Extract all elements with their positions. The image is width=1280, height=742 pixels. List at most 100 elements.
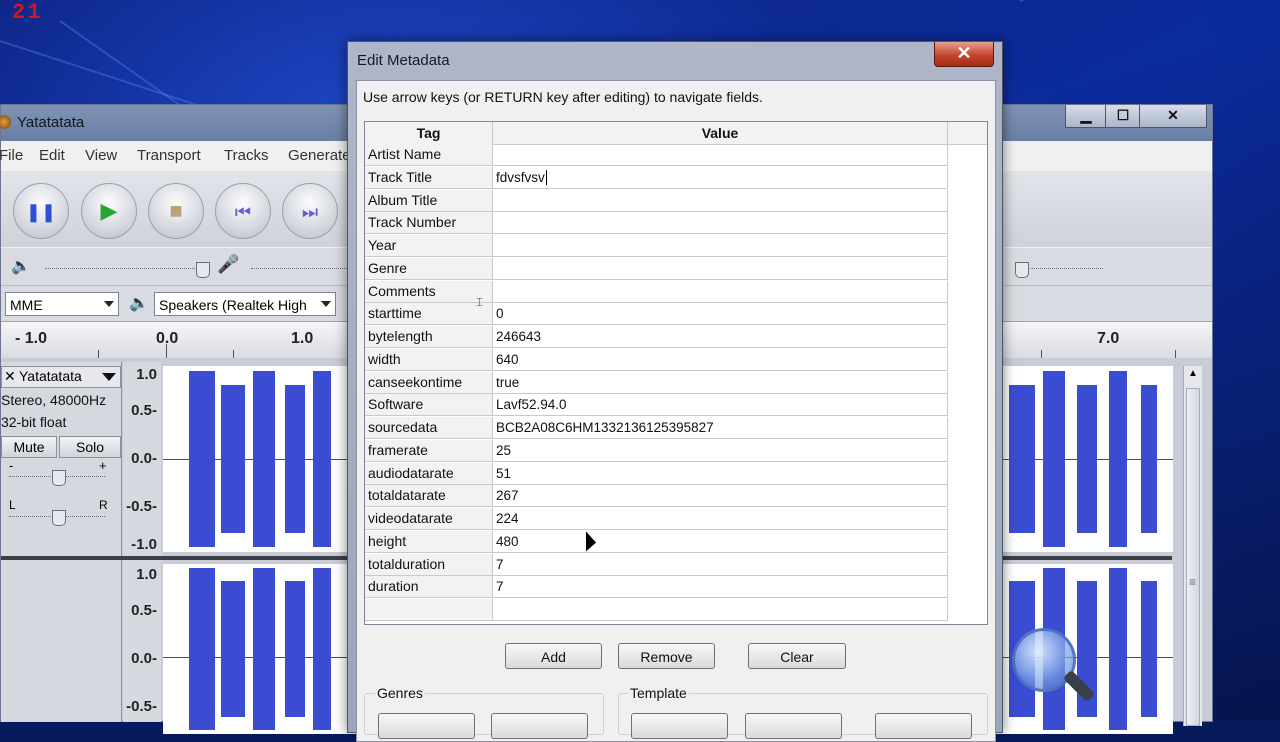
metadata-tag-cell[interactable] [365, 599, 493, 620]
metadata-tag-cell[interactable]: Software [365, 394, 493, 416]
metadata-value-cell[interactable] [493, 599, 948, 620]
pause-button[interactable]: ❚❚ [13, 183, 69, 239]
metadata-tag-cell[interactable]: totaldatarate [365, 485, 493, 507]
clear-button[interactable]: Clear [748, 643, 846, 669]
metadata-row[interactable]: duration 7 [365, 576, 948, 599]
genres-button-1[interactable] [378, 713, 475, 739]
metadata-row[interactable]: Genre [365, 257, 948, 280]
metadata-row[interactable]: height 480 [365, 530, 948, 553]
output-volume-slider[interactable] [196, 262, 210, 278]
metadata-row[interactable]: Track Title fdvsfvsv [365, 166, 948, 189]
close-icon[interactable]: ✕ [4, 368, 16, 385]
metadata-tag-cell[interactable]: totalduration [365, 553, 493, 575]
metadata-value-editor[interactable]: fdvsfvsv [493, 166, 948, 188]
metadata-row[interactable]: videodatarate 224 [365, 508, 948, 530]
column-header-value[interactable]: Value [493, 122, 948, 144]
column-header-tag[interactable]: Tag [365, 122, 493, 144]
metadata-value-cell[interactable]: true [493, 371, 948, 393]
metadata-row[interactable]: starttime 0 [365, 303, 948, 326]
metadata-tag-cell[interactable]: framerate [365, 439, 493, 461]
metadata-row[interactable]: totalduration 7 [365, 553, 948, 576]
menu-tracks[interactable]: Tracks [224, 147, 268, 164]
playback-speed-slider[interactable] [1015, 262, 1029, 278]
metadata-row[interactable]: Year [365, 235, 948, 257]
metadata-value-cell[interactable] [493, 235, 948, 256]
stop-button[interactable]: ■ [148, 183, 204, 239]
metadata-value-cell[interactable]: Lavf52.94.0 [493, 394, 948, 416]
metadata-tag-cell[interactable]: Year [365, 235, 493, 256]
add-button[interactable]: Add [505, 643, 602, 669]
metadata-row[interactable] [365, 599, 948, 621]
metadata-value-cell[interactable]: 224 [493, 508, 948, 529]
menu-edit[interactable]: Edit [39, 147, 65, 164]
play-button[interactable]: ▶ [81, 183, 137, 239]
remove-button[interactable]: Remove [618, 643, 715, 669]
metadata-row[interactable]: Comments [365, 280, 948, 303]
metadata-value-cell[interactable]: 640 [493, 348, 948, 370]
metadata-value-cell[interactable]: BCB2A08C6HM1332136125395827 [493, 417, 948, 438]
metadata-value-cell[interactable] [493, 189, 948, 211]
metadata-tag-cell[interactable]: Artist Name [365, 144, 493, 165]
dialog-close-button[interactable]: ✕ [934, 42, 994, 67]
metadata-tag-cell[interactable]: canseekontime [365, 371, 493, 393]
scrollbar-thumb[interactable]: ≡ [1186, 388, 1200, 726]
metadata-value-cell[interactable] [493, 144, 948, 165]
metadata-tag-cell[interactable]: starttime [365, 303, 493, 325]
metadata-row[interactable]: Artist Name [365, 144, 948, 166]
metadata-value-cell[interactable]: 7 [493, 576, 948, 598]
metadata-value-cell[interactable]: 51 [493, 462, 948, 484]
menu-transport[interactable]: Transport [137, 147, 201, 164]
vertical-scrollbar[interactable]: ▲ ≡ [1183, 366, 1202, 726]
metadata-tag-cell[interactable]: videodatarate [365, 508, 493, 529]
metadata-tag-cell[interactable]: Genre [365, 257, 493, 279]
metadata-row[interactable]: sourcedata BCB2A08C6HM1332136125395827 [365, 417, 948, 439]
gain-slider[interactable] [52, 470, 66, 486]
metadata-value-cell[interactable] [493, 280, 948, 302]
minimize-button[interactable]: ▁ [1065, 105, 1107, 128]
output-device-select[interactable]: Speakers (Realtek High [154, 292, 336, 316]
metadata-tag-cell[interactable]: bytelength [365, 326, 493, 347]
metadata-row[interactable]: bytelength 246643 [365, 326, 948, 348]
metadata-row[interactable]: width 640 [365, 348, 948, 371]
menu-generate[interactable]: Generate [288, 147, 351, 164]
close-button[interactable]: ✕ [1139, 105, 1207, 128]
scroll-up-icon[interactable]: ▲ [1188, 368, 1198, 379]
template-button-3[interactable] [875, 713, 972, 739]
metadata-row[interactable]: Track Number [365, 212, 948, 235]
metadata-row[interactable]: Album Title [365, 189, 948, 212]
metadata-tag-cell[interactable]: duration [365, 576, 493, 598]
metadata-value-cell[interactable]: 0 [493, 303, 948, 325]
metadata-value-cell[interactable]: 7 [493, 553, 948, 575]
metadata-value-cell[interactable]: 25 [493, 439, 948, 461]
genres-button-2[interactable] [491, 713, 588, 739]
skip-to-start-button[interactable]: ⏮ [215, 183, 271, 239]
metadata-tag-cell[interactable]: Album Title [365, 189, 493, 211]
pan-slider[interactable] [52, 510, 66, 526]
metadata-row[interactable]: audiodatarate 51 [365, 462, 948, 485]
metadata-row[interactable]: canseekontime true [365, 371, 948, 394]
metadata-row[interactable]: Software Lavf52.94.0 [365, 394, 948, 417]
metadata-tag-cell[interactable]: Track Title [365, 166, 493, 188]
audio-host-select[interactable]: MME [5, 292, 119, 316]
metadata-tag-cell[interactable]: height [365, 530, 493, 552]
template-button-1[interactable] [631, 713, 728, 739]
skip-to-end-button[interactable]: ⏭ [282, 183, 338, 239]
metadata-tag-cell[interactable]: Comments [365, 280, 493, 302]
menu-file[interactable]: File [0, 147, 23, 164]
metadata-value-cell[interactable] [493, 212, 948, 234]
metadata-tag-cell[interactable]: audiodatarate [365, 462, 493, 484]
metadata-row[interactable]: framerate 25 [365, 439, 948, 462]
track-name-menu[interactable]: ✕ Yatatatata [1, 366, 121, 388]
metadata-value-cell[interactable]: 480 [493, 530, 948, 552]
solo-button[interactable]: Solo [59, 436, 121, 458]
metadata-value-cell[interactable]: 246643 [493, 326, 948, 347]
metadata-tag-cell[interactable]: sourcedata [365, 417, 493, 438]
metadata-value-cell[interactable]: 267 [493, 485, 948, 507]
metadata-tag-cell[interactable]: width [365, 348, 493, 370]
metadata-row[interactable]: totaldatarate 267 [365, 485, 948, 508]
metadata-tag-cell[interactable]: Track Number [365, 212, 493, 234]
maximize-button[interactable]: ☐ [1105, 105, 1141, 128]
metadata-value-cell[interactable] [493, 257, 948, 279]
template-button-2[interactable] [745, 713, 842, 739]
metadata-grid[interactable]: Tag Value Artist Name Track Title fdvsfvsv… [364, 121, 988, 625]
